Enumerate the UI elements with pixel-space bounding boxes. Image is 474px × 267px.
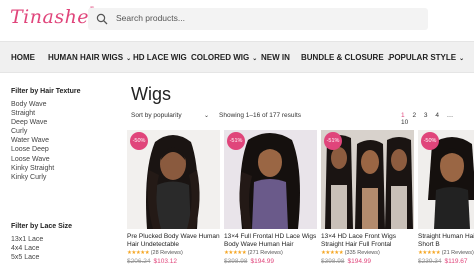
- filter-lace-group: Filter by Lace Size 13x1 Lace 4x4 Lace 5…: [11, 223, 72, 262]
- product-price: $206.24 $103.12: [127, 258, 177, 265]
- page-link-1[interactable]: 1: [401, 112, 405, 119]
- filter-item[interactable]: Kinky Straight: [11, 164, 111, 173]
- product-price: $239.34 $119.67: [418, 258, 468, 265]
- page-title: Wigs: [131, 84, 171, 104]
- filter-item[interactable]: Loose Wave: [11, 155, 111, 164]
- nav-bundle-closure[interactable]: BUNDLE & CLOSURE ⌄: [301, 53, 392, 62]
- filter-texture-title: Filter by Hair Texture: [11, 88, 81, 95]
- page-ellipsis: …: [446, 112, 454, 119]
- brand-logo[interactable]: Tinashe®: [10, 6, 96, 28]
- filter-item[interactable]: Kinky Curly: [11, 173, 111, 182]
- filter-lace-title: Filter by Lace Size: [11, 223, 73, 230]
- page-link-3[interactable]: 3: [424, 112, 428, 119]
- chevron-down-icon: ⌄: [203, 113, 209, 119]
- star-icon: ★★★★★: [418, 250, 441, 256]
- filter-sidebar: Filter by Hair Texture Body Wave Straigh…: [11, 88, 111, 182]
- search-icon: [96, 13, 108, 25]
- product-rating: ★★★★★ (28 Reviews): [127, 250, 183, 256]
- filter-item[interactable]: 13x1 Lace: [11, 235, 72, 244]
- page-link-10[interactable]: 10: [401, 119, 408, 126]
- star-icon: ★★★★★: [224, 250, 247, 256]
- page-link-2[interactable]: 2: [412, 112, 416, 119]
- result-count: Showing 1–16 of 177 results: [219, 112, 302, 119]
- page-link-4[interactable]: 4: [435, 112, 439, 119]
- search-bar[interactable]: Search products...: [88, 8, 428, 30]
- search-input[interactable]: Search products...: [116, 13, 185, 23]
- chevron-down-icon: ⌄: [126, 56, 132, 62]
- filter-item[interactable]: Body Wave: [11, 100, 111, 109]
- filter-item[interactable]: 5x5 Lace: [11, 253, 72, 262]
- product-image[interactable]: -51%: [321, 130, 414, 229]
- product-image[interactable]: -50%: [127, 130, 220, 229]
- product-rating: ★★★★★ (335 Reviews): [321, 250, 380, 256]
- product-title[interactable]: Pre Plucked Body Wave Human Hair Undetec…: [127, 233, 220, 249]
- filter-item[interactable]: Deep Wave: [11, 118, 111, 127]
- product-rating: ★★★★★ (21 Reviews): [418, 250, 474, 256]
- star-icon: ★★★★★: [127, 250, 150, 256]
- pagination: 1 2 3 4 … 10: [401, 112, 474, 126]
- discount-badge: -50%: [130, 132, 148, 150]
- product-card[interactable]: -50% Pre Plucked Body Wave Human Hair Un…: [127, 130, 220, 267]
- chevron-down-icon: ⌄: [459, 56, 465, 62]
- product-title[interactable]: 13×4 Full Frontal HD Lace Wigs Body Wave…: [224, 233, 317, 249]
- nav-colored-wig[interactable]: COLORED WIG ⌄: [191, 53, 257, 62]
- product-image[interactable]: -51%: [224, 130, 317, 229]
- product-image[interactable]: -50%: [418, 130, 474, 229]
- sort-select[interactable]: Sort by popularity ⌄: [131, 112, 209, 119]
- product-card[interactable]: -51% 13×4 HD Lace Front Wigs Straight Ha…: [321, 130, 414, 267]
- product-price: $398.98 $194.99: [224, 258, 274, 265]
- filter-item[interactable]: Straight: [11, 109, 111, 118]
- filter-item[interactable]: 4x4 Lace: [11, 244, 72, 253]
- product-rating: ★★★★★ (271 Reviews): [224, 250, 283, 256]
- nav-home[interactable]: HOME: [11, 53, 35, 62]
- filter-item[interactable]: Water Wave: [11, 136, 111, 145]
- discount-badge: -50%: [421, 132, 439, 150]
- filter-item[interactable]: Loose Deep: [11, 145, 111, 154]
- nav-popular-style[interactable]: POPULAR STYLE ⌄: [389, 53, 464, 62]
- filter-item[interactable]: Curly: [11, 127, 111, 136]
- site-header: Tinashe® Search products...: [0, 0, 474, 40]
- nav-new-in[interactable]: NEW IN: [261, 53, 290, 62]
- discount-badge: -51%: [227, 132, 245, 150]
- nav-hd-lace-wig[interactable]: HD LACE WIG: [133, 53, 187, 62]
- chevron-down-icon: ⌄: [252, 56, 258, 62]
- product-card[interactable]: -51% 13×4 Full Frontal HD Lace Wigs Body…: [224, 130, 317, 267]
- discount-badge: -51%: [324, 132, 342, 150]
- main-nav: HOME HUMAN HAIR WIGS ⌄ HD LACE WIG COLORE…: [0, 41, 474, 73]
- product-title[interactable]: 13×4 HD Lace Front Wigs Straight Hair Fu…: [321, 233, 414, 249]
- product-title[interactable]: Straight Human Hair Lace Front Short B: [418, 233, 474, 249]
- product-card[interactable]: -50% Straight Human Hair Lace Front Shor…: [418, 130, 474, 267]
- product-price: $398.98 $194.99: [321, 258, 371, 265]
- nav-human-hair-wigs[interactable]: HUMAN HAIR WIGS ⌄: [48, 53, 131, 62]
- star-icon: ★★★★★: [321, 250, 344, 256]
